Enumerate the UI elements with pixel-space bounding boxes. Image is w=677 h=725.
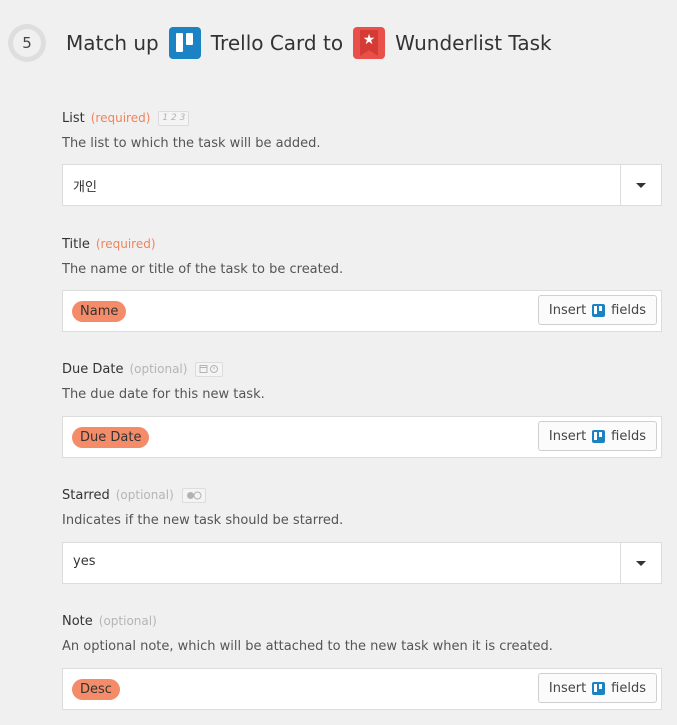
- required-qualifier: (required): [90, 111, 151, 125]
- dropdown-toggle[interactable]: [620, 165, 661, 205]
- field-label: Title: [62, 236, 90, 252]
- select-value: yes: [73, 554, 96, 569]
- dropdown-toggle[interactable]: [620, 543, 661, 583]
- trello-icon: [592, 429, 606, 443]
- starred-select[interactable]: yes: [62, 542, 662, 584]
- field-label: Due Date: [62, 361, 124, 377]
- field-note: Note (optional) An optional note, which …: [62, 612, 662, 710]
- fields-label: fields: [611, 302, 646, 318]
- field-label: Note: [62, 613, 93, 629]
- fields-label: fields: [611, 680, 646, 696]
- trello-icon: [168, 27, 201, 59]
- fields-label: fields: [611, 428, 646, 444]
- select-value: 개인: [73, 180, 97, 195]
- list-select[interactable]: 개인: [62, 164, 662, 206]
- required-qualifier: (required): [95, 237, 156, 251]
- wunderlist-icon: ★: [353, 27, 386, 59]
- field-description: The name or title of the task to be crea…: [62, 262, 344, 277]
- caret-down-icon: [636, 182, 646, 188]
- field-starred: Starred (optional) Indicates if the new …: [62, 486, 662, 584]
- insert-fields-button[interactable]: Insert fields: [537, 421, 657, 451]
- list-type-badge: 1 2 3: [158, 110, 190, 126]
- field-list: List (required) 1 2 3 The list to which …: [62, 109, 662, 206]
- field-description: The due date for this new task.: [62, 387, 265, 402]
- trello-icon: [592, 681, 606, 695]
- field-description: The list to which the task will be added…: [62, 136, 321, 151]
- mapped-field-token[interactable]: Name: [72, 301, 127, 322]
- toggle-icon: [181, 487, 206, 503]
- step-progress-indicator: 5: [8, 24, 46, 62]
- mapped-field-token[interactable]: Desc: [72, 679, 120, 700]
- field-label: List: [62, 110, 85, 126]
- insert-label: Insert: [548, 302, 587, 318]
- insert-label: Insert: [548, 680, 587, 696]
- step-title: Match up Trello Card to ★ Wunderlist Tas…: [66, 26, 562, 60]
- field-description: An optional note, which will be attached…: [62, 639, 553, 654]
- caret-down-icon: [636, 560, 646, 566]
- field-label: Starred: [62, 487, 110, 503]
- title-input[interactable]: Name Insert fields: [62, 290, 662, 332]
- trello-icon: [592, 303, 606, 317]
- step-header: 5 Match up Trello Card to ★ Wunderlist T…: [0, 0, 677, 86]
- mapped-field-token[interactable]: Due Date: [72, 427, 150, 448]
- source-app-label: Trello Card to: [210, 31, 344, 55]
- due-date-input[interactable]: Due Date Insert fields: [62, 416, 662, 458]
- calendar-clock-icon: [195, 361, 224, 377]
- optional-qualifier: (optional): [115, 488, 174, 502]
- note-input[interactable]: Desc Insert fields: [62, 668, 662, 710]
- optional-qualifier: (optional): [98, 614, 157, 628]
- insert-fields-button[interactable]: Insert fields: [537, 673, 657, 703]
- field-title: Title (required) The name or title of th…: [62, 235, 662, 332]
- target-app-label: Wunderlist Task: [395, 31, 552, 55]
- insert-label: Insert: [548, 428, 587, 444]
- optional-qualifier: (optional): [129, 362, 188, 376]
- field-due-date: Due Date (optional) The due date for thi…: [62, 360, 662, 458]
- title-prefix: Match up: [66, 31, 159, 55]
- field-description: Indicates if the new task should be star…: [62, 513, 344, 528]
- insert-fields-button[interactable]: Insert fields: [537, 295, 657, 325]
- step-number: 5: [13, 29, 41, 57]
